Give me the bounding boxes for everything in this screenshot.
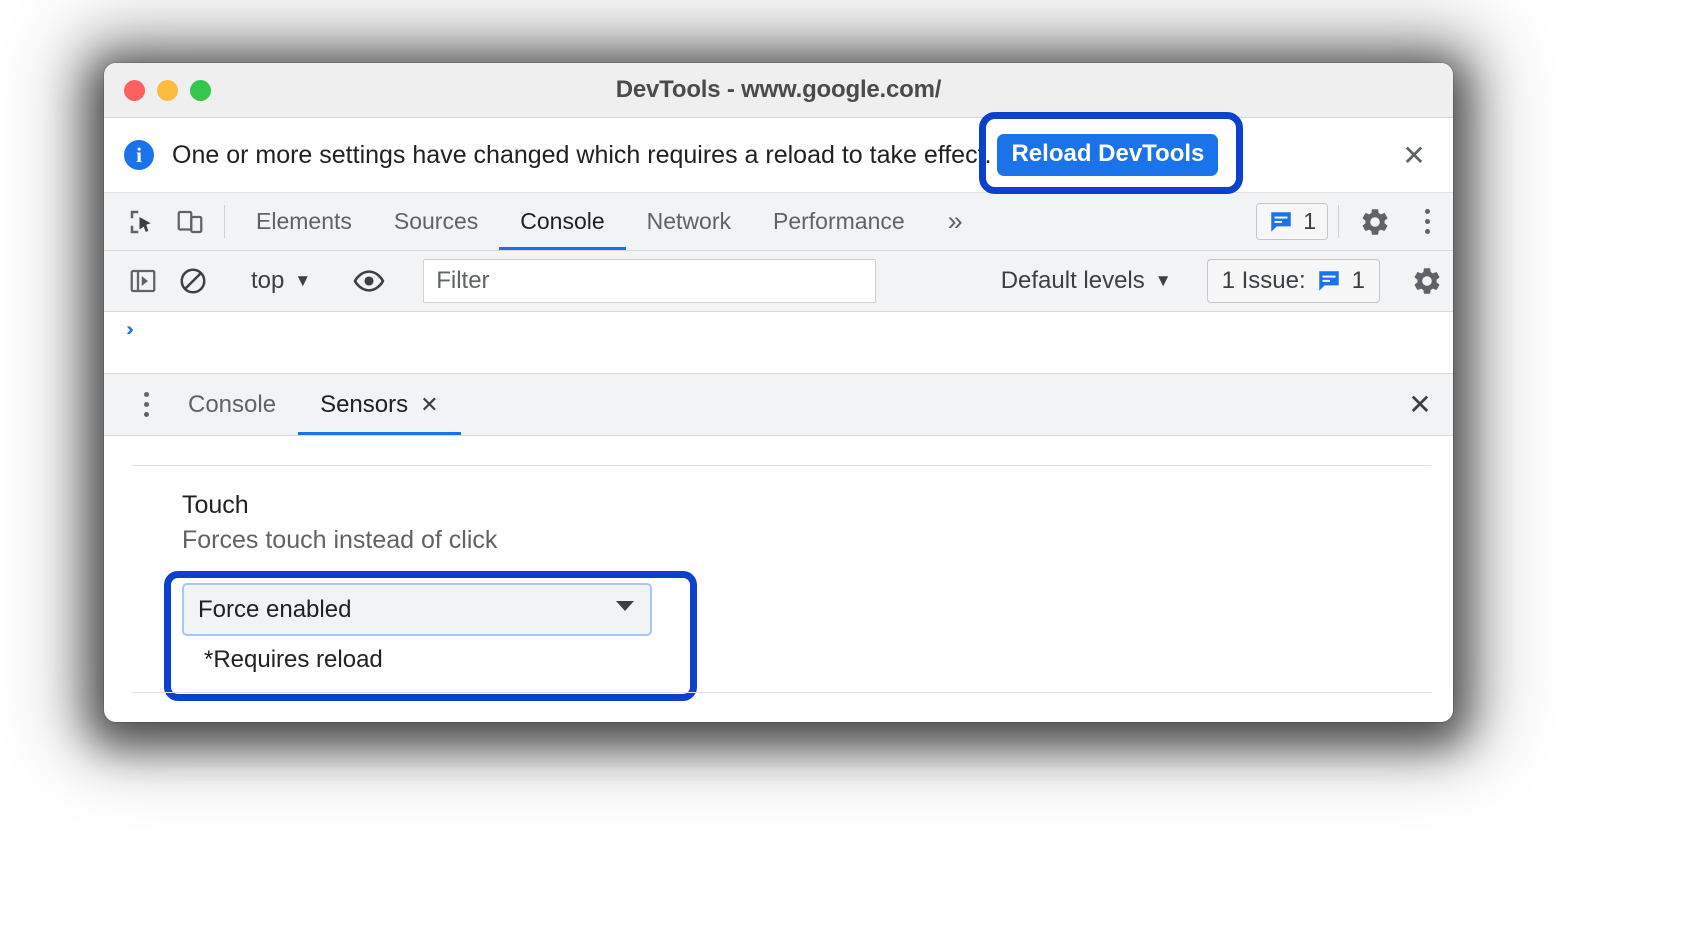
window-title: DevTools - www.google.com/ bbox=[615, 76, 942, 103]
tab-elements[interactable]: Elements bbox=[235, 193, 373, 250]
chevron-down-icon-levels: ▼ bbox=[1154, 271, 1172, 290]
window-titlebar: DevTools - www.google.com/ bbox=[104, 63, 1453, 118]
issue-chip-count: 1 bbox=[1351, 267, 1365, 294]
tab-sources[interactable]: Sources bbox=[373, 193, 499, 250]
drawer-tab-console[interactable]: Console bbox=[166, 374, 298, 435]
toolbar-divider bbox=[224, 205, 225, 238]
drawer-tabbar: Console Sensors ✕ ✕ bbox=[104, 374, 1453, 436]
tab-performance[interactable]: Performance bbox=[752, 193, 926, 250]
main-toolbar-right: 1 bbox=[1256, 193, 1453, 250]
issues-status-chip[interactable]: 1 Issue: 1 bbox=[1206, 259, 1380, 303]
execution-context-selector[interactable]: top ▼ bbox=[239, 267, 323, 295]
execution-context-label: top bbox=[251, 267, 285, 294]
console-toolbar-right: Default levels ▼ 1 Issue: 1 bbox=[973, 259, 1453, 303]
issues-count-label: 1 bbox=[1303, 208, 1316, 234]
drawer-kebab-icon[interactable] bbox=[126, 374, 166, 435]
info-icon: i bbox=[124, 140, 154, 170]
chevron-down-icon: ▼ bbox=[294, 271, 312, 290]
issues-counter-chip[interactable]: 1 bbox=[1256, 203, 1328, 240]
tab-console-label: Console bbox=[520, 208, 605, 234]
reload-devtools-button[interactable]: Reload DevTools bbox=[997, 134, 1219, 176]
sensors-bottom-divider bbox=[132, 692, 1431, 693]
touch-section: Touch Forces touch instead of click Forc… bbox=[104, 466, 1453, 702]
close-banner-button[interactable]: ✕ bbox=[1395, 136, 1433, 174]
close-sensors-tab-icon[interactable]: ✕ bbox=[420, 392, 438, 418]
inspect-element-icon[interactable] bbox=[118, 193, 166, 250]
tab-console[interactable]: Console bbox=[499, 193, 627, 250]
kebab-dots bbox=[1424, 209, 1430, 234]
drawer-tab-sensors-label: Sensors bbox=[320, 390, 409, 418]
more-tabs-chevron-icon[interactable]: » bbox=[926, 193, 985, 250]
tab-network[interactable]: Network bbox=[626, 193, 752, 250]
console-settings-gear-icon[interactable] bbox=[1401, 265, 1453, 297]
touch-section-description: Forces touch instead of click bbox=[182, 526, 498, 555]
gear-icon[interactable] bbox=[1349, 193, 1401, 250]
touch-select-wrapper: Force enabled *Requires reload bbox=[164, 571, 697, 702]
tab-elements-label: Elements bbox=[256, 208, 352, 234]
banner-message: One or more settings have changed which … bbox=[172, 140, 992, 169]
issue-speech-bubble-icon bbox=[1271, 211, 1291, 232]
tab-sources-label: Sources bbox=[393, 208, 479, 234]
console-prompt-caret-icon: › bbox=[126, 318, 134, 341]
issue-speech-bubble-icon-2 bbox=[1318, 271, 1339, 291]
tab-performance-label: Performance bbox=[773, 208, 905, 234]
devtools-window: DevTools - www.google.com/ i One or more… bbox=[104, 63, 1453, 722]
touch-select[interactable]: Force enabled bbox=[182, 583, 652, 637]
drawer-kebab-dots bbox=[143, 392, 149, 417]
reload-button-wrapper: Reload DevTools bbox=[979, 112, 1244, 194]
touch-section-title: Touch bbox=[182, 491, 249, 519]
toolbar-divider-right bbox=[1338, 205, 1339, 238]
live-expression-eye-icon[interactable] bbox=[344, 259, 394, 303]
log-levels-selector[interactable]: Default levels ▼ bbox=[987, 267, 1186, 295]
close-drawer-button[interactable]: ✕ bbox=[1387, 374, 1453, 435]
tab-network-label: Network bbox=[646, 208, 731, 234]
requires-reload-note: *Requires reload bbox=[204, 646, 383, 674]
settings-changed-banner: i One or more settings have changed whic… bbox=[104, 112, 1453, 194]
console-sidebar-icon[interactable] bbox=[118, 259, 168, 303]
drawer-tab-console-label: Console bbox=[188, 390, 277, 418]
main-toolbar: Elements Sources Console Network Perform… bbox=[104, 193, 1453, 251]
kebab-menu-icon[interactable] bbox=[1401, 193, 1453, 250]
console-filter-toolbar: top ▼ Default levels ▼ 1 Issue: bbox=[104, 251, 1453, 312]
sensors-panel: Touch Forces touch instead of click Forc… bbox=[104, 465, 1453, 711]
clear-console-icon[interactable] bbox=[168, 259, 218, 303]
log-levels-label: Default levels bbox=[1000, 267, 1145, 294]
device-toolbar-icon[interactable] bbox=[166, 193, 214, 250]
console-output-area[interactable]: › bbox=[104, 312, 1453, 374]
filter-input[interactable] bbox=[423, 259, 877, 303]
screenshot-root: DevTools - www.google.com/ i One or more… bbox=[0, 0, 1698, 936]
issue-chip-label: 1 Issue: bbox=[1221, 267, 1306, 294]
drawer-tab-sensors[interactable]: Sensors ✕ bbox=[298, 374, 462, 435]
